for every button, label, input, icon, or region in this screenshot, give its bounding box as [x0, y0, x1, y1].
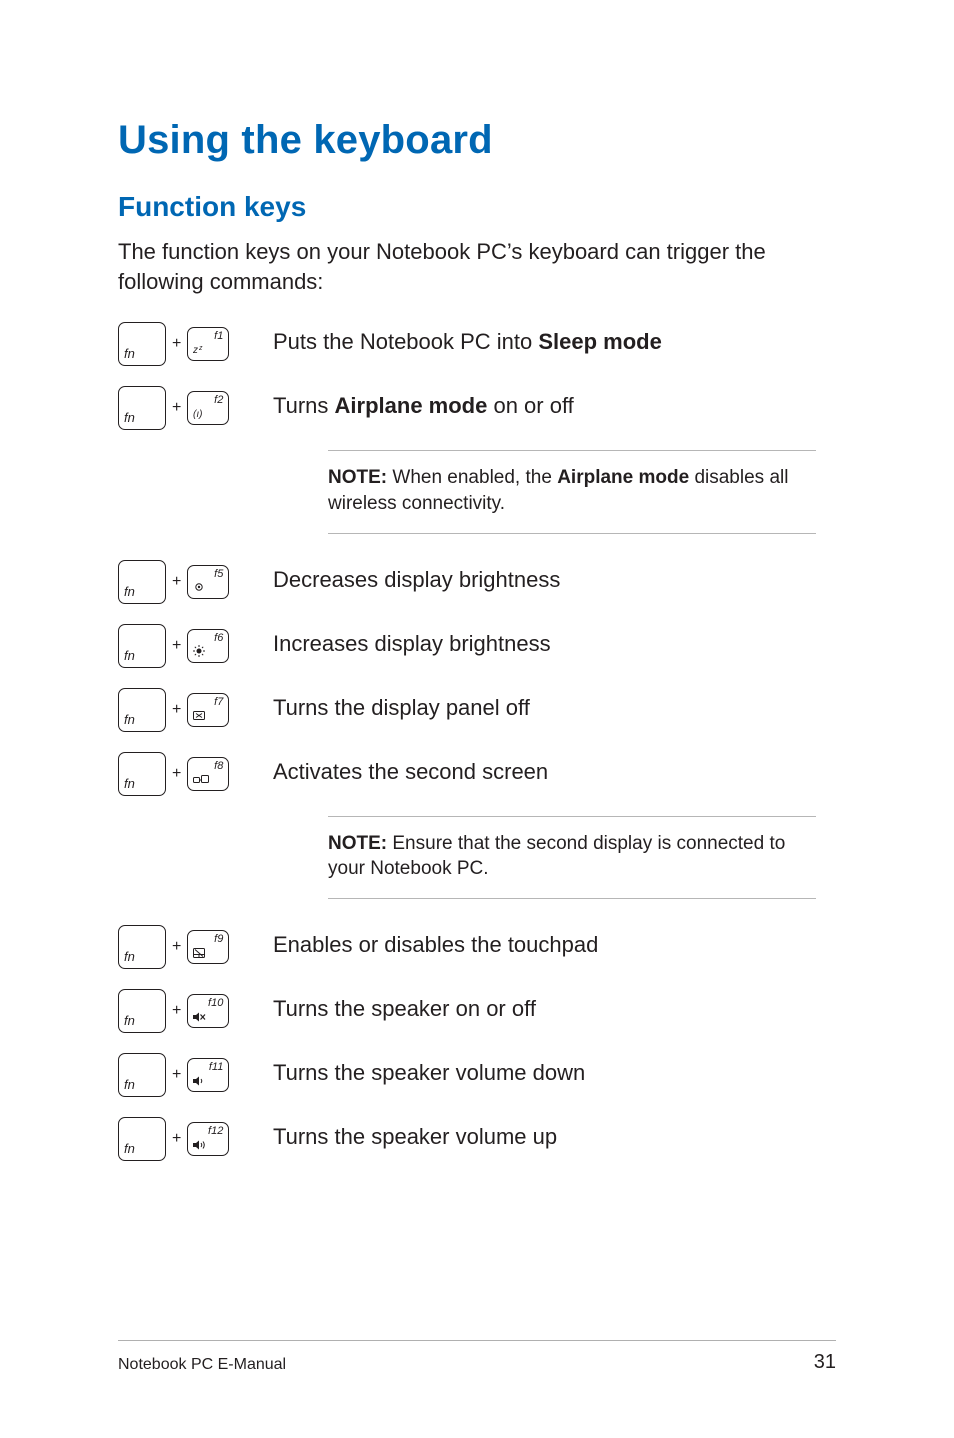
- desc-f8: Activates the second screen: [273, 752, 548, 787]
- svg-text:z: z: [193, 345, 198, 355]
- sleep-icon: zz: [193, 343, 207, 355]
- fn-key: fn: [118, 1053, 166, 1097]
- desc-f7: Turns the display panel off: [273, 688, 530, 723]
- row-f1: fn + f1 zz Puts the Notebook PC into Sle…: [118, 322, 836, 366]
- touchpad-icon: [193, 948, 205, 958]
- fn-key: fn: [118, 752, 166, 796]
- desc-f11: Turns the speaker volume down: [273, 1053, 585, 1088]
- f10-key: f10: [187, 994, 229, 1028]
- f8-key: f8: [187, 757, 229, 791]
- f1-key: f1 zz: [187, 327, 229, 361]
- note-airplane: NOTE: When enabled, the Airplane mode di…: [328, 450, 816, 533]
- row-f6: fn + f6 Increases display brightness: [118, 624, 836, 668]
- row-f11: fn + f11 Turns the speaker volume down: [118, 1053, 836, 1097]
- plus-sign: +: [172, 1066, 181, 1084]
- display-off-icon: [193, 711, 205, 721]
- row-f9: fn + f9 Enables or disables the touchpad: [118, 925, 836, 969]
- speaker-up-icon: [193, 1140, 207, 1150]
- brightness-up-icon: [193, 645, 205, 657]
- fn-key: fn: [118, 688, 166, 732]
- f11-key: f11: [187, 1058, 229, 1092]
- row-f12: fn + f12 Turns the speaker volume up: [118, 1117, 836, 1161]
- fn-key: fn: [118, 624, 166, 668]
- intro-text: The function keys on your Notebook PC’s …: [118, 237, 836, 296]
- row-f8: fn + f8 Activates the second screen: [118, 752, 836, 796]
- page-footer: Notebook PC E-Manual 31: [118, 1340, 836, 1374]
- f7-key: f7: [187, 693, 229, 727]
- plus-sign: +: [172, 335, 181, 353]
- svg-text:z: z: [198, 345, 203, 352]
- speaker-down-icon: [193, 1076, 205, 1086]
- f12-key: f12: [187, 1122, 229, 1156]
- f2-key: f2 (ı): [187, 391, 229, 425]
- desc-f6: Increases display brightness: [273, 624, 551, 659]
- plus-sign: +: [172, 701, 181, 719]
- plus-sign: +: [172, 938, 181, 956]
- fn-key: fn: [118, 560, 166, 604]
- footer-page-number: 31: [814, 1351, 836, 1374]
- desc-f10: Turns the speaker on or off: [273, 989, 536, 1024]
- fn-key: fn: [118, 386, 166, 430]
- fn-key: fn: [118, 1117, 166, 1161]
- row-f2: fn + f2 (ı) Turns Airplane mode on or of…: [118, 386, 836, 430]
- speaker-mute-icon: [193, 1012, 206, 1022]
- row-f7: fn + f7 Turns the display panel off: [118, 688, 836, 732]
- svg-text:(ı): (ı): [193, 409, 202, 419]
- airplane-icon: (ı): [193, 407, 205, 419]
- section-heading: Function keys: [118, 191, 836, 223]
- row-f10: fn + f10 Turns the speaker on or off: [118, 989, 836, 1033]
- second-screen-icon: [193, 775, 209, 785]
- plus-sign: +: [172, 765, 181, 783]
- f9-key: f9: [187, 930, 229, 964]
- page-heading: Using the keyboard: [118, 118, 836, 163]
- fn-key: fn: [118, 989, 166, 1033]
- desc-f12: Turns the speaker volume up: [273, 1117, 557, 1152]
- brightness-down-icon: [193, 581, 205, 593]
- note-second-screen: NOTE: Ensure that the second display is …: [328, 816, 816, 899]
- desc-f2: Turns Airplane mode on or off: [273, 386, 574, 421]
- f5-key: f5: [187, 565, 229, 599]
- footer-title: Notebook PC E-Manual: [118, 1356, 286, 1374]
- row-f5: fn + f5 Decreases display brightness: [118, 560, 836, 604]
- f6-key: f6: [187, 629, 229, 663]
- plus-sign: +: [172, 1002, 181, 1020]
- plus-sign: +: [172, 1130, 181, 1148]
- fn-key: fn: [118, 925, 166, 969]
- desc-f9: Enables or disables the touchpad: [273, 925, 598, 960]
- desc-f5: Decreases display brightness: [273, 560, 560, 595]
- plus-sign: +: [172, 637, 181, 655]
- desc-f1: Puts the Notebook PC into Sleep mode: [273, 322, 662, 357]
- plus-sign: +: [172, 399, 181, 417]
- plus-sign: +: [172, 573, 181, 591]
- fn-key: fn: [118, 322, 166, 366]
